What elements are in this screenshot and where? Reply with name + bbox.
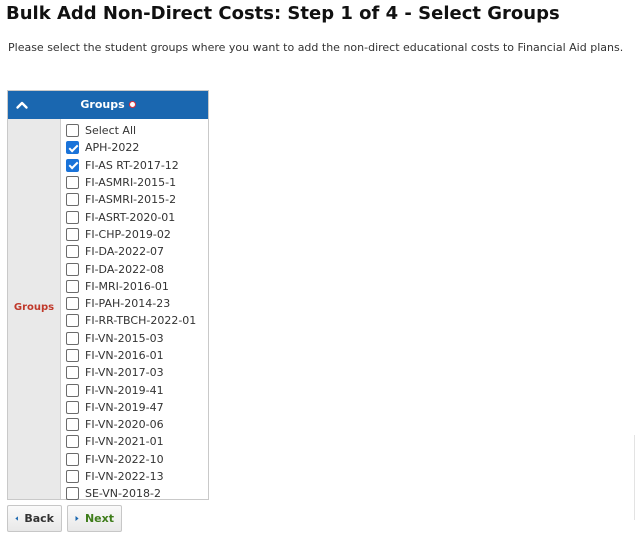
group-option[interactable]: FI-VN-2022-13 (66, 468, 206, 485)
option-label: FI-VN-2021-01 (85, 435, 164, 449)
instructions-text: Please select the student groups where y… (8, 41, 624, 54)
option-label: FI-VN-2022-10 (85, 452, 164, 466)
checkbox-unchecked-icon[interactable] (66, 176, 79, 190)
scroll-edge-divider (634, 435, 635, 520)
group-option[interactable]: FI-PAH-2014-23 (66, 295, 206, 312)
groups-panel-header: Groups (8, 91, 208, 119)
option-label: FI-PAH-2014-23 (85, 297, 171, 311)
checkbox-unchecked-icon[interactable] (66, 487, 79, 501)
checkbox-unchecked-icon[interactable] (66, 418, 79, 432)
option-label: FI-VN-2015-03 (85, 331, 164, 345)
group-option[interactable]: FI-VN-2016-01 (66, 347, 206, 364)
option-label: SE-VN-2018-2 (85, 487, 161, 501)
checkbox-unchecked-icon[interactable] (66, 193, 79, 207)
group-option[interactable]: APH-2022 (66, 139, 206, 156)
checkbox-unchecked-icon[interactable] (66, 470, 79, 484)
group-option[interactable]: FI-VN-2020-06 (66, 416, 206, 433)
group-option[interactable]: FI-VN-2022-10 (66, 451, 206, 468)
group-option[interactable]: FI-RR-TBCH-2022-01 (66, 312, 206, 329)
checkbox-unchecked-icon[interactable] (66, 279, 79, 293)
groups-panel-body: Groups Select All APH-2022 FI-AS RT-2017-1… (8, 119, 208, 501)
option-label: FI-DA-2022-08 (85, 262, 165, 276)
group-option[interactable]: FI-VN-2019-41 (66, 381, 206, 398)
group-option[interactable]: FI-ASRT-2020-01 (66, 208, 206, 225)
checkbox-unchecked-icon[interactable] (66, 435, 79, 449)
option-label: FI-VN-2022-13 (85, 470, 164, 484)
group-option[interactable]: FI-MRI-2016-01 (66, 278, 206, 295)
back-arrow-icon (15, 516, 18, 521)
back-button-label: Back (24, 512, 54, 525)
option-label: Select All (85, 124, 137, 138)
group-option[interactable]: FI-VN-2015-03 (66, 330, 206, 347)
option-label: FI-VN-2019-47 (85, 400, 164, 414)
checkbox-unchecked-icon[interactable] (66, 124, 79, 138)
groups-panel: Groups Groups Select All APH-2022 FI-AS RT… (7, 90, 209, 501)
panel-title: Groups (8, 98, 208, 111)
back-button[interactable]: Back (7, 505, 62, 532)
checkbox-unchecked-icon[interactable] (66, 262, 79, 276)
group-option[interactable]: FI-DA-2022-07 (66, 243, 206, 260)
checkbox-unchecked-icon[interactable] (66, 331, 79, 345)
checkbox-unchecked-icon[interactable] (66, 400, 79, 414)
checkbox-checked-icon[interactable] (66, 158, 79, 172)
option-label: FI-RR-TBCH-2022-01 (85, 314, 197, 328)
option-label: APH-2022 (85, 141, 140, 155)
next-arrow-icon (75, 516, 79, 521)
page-title: Bulk Add Non-Direct Costs: Step 1 of 4 -… (6, 3, 560, 24)
group-option[interactable]: FI-CHP-2019-02 (66, 226, 206, 243)
option-label: FI-CHP-2019-02 (85, 227, 171, 241)
group-option[interactable]: SE-VN-2018-2 (66, 485, 206, 502)
group-option[interactable]: FI-AS RT-2017-12 (66, 157, 206, 174)
group-option[interactable]: FI-VN-2019-47 (66, 399, 206, 416)
group-option[interactable]: FI-DA-2022-08 (66, 260, 206, 277)
checkbox-unchecked-icon[interactable] (66, 366, 79, 380)
checkbox-unchecked-icon[interactable] (66, 245, 79, 259)
group-option[interactable]: FI-ASMRI-2015-1 (66, 174, 206, 191)
checkbox-unchecked-icon[interactable] (66, 314, 79, 328)
option-label: FI-DA-2022-07 (85, 245, 165, 259)
checkbox-unchecked-icon[interactable] (66, 227, 79, 241)
option-label: FI-VN-2019-41 (85, 383, 164, 397)
option-label: FI-ASMRI-2015-2 (85, 193, 177, 207)
checkbox-unchecked-icon[interactable] (66, 383, 79, 397)
group-option[interactable]: FI-ASMRI-2015-2 (66, 191, 206, 208)
checkbox-unchecked-icon[interactable] (66, 297, 79, 311)
checkbox-unchecked-icon[interactable] (66, 210, 79, 224)
option-label: FI-ASRT-2020-01 (85, 210, 176, 224)
option-label: FI-MRI-2016-01 (85, 279, 169, 293)
groups-row-label: Groups (13, 302, 55, 313)
option-label: FI-VN-2020-06 (85, 418, 164, 432)
checkbox-unchecked-icon[interactable] (66, 349, 79, 362)
option-label: FI-ASMRI-2015-1 (85, 176, 177, 190)
option-label: FI-VN-2017-03 (85, 366, 164, 380)
select-all-option[interactable]: Select All (66, 122, 206, 139)
required-indicator-icon (128, 100, 136, 108)
group-option[interactable]: FI-VN-2021-01 (66, 433, 206, 450)
checkbox-unchecked-icon[interactable] (66, 452, 79, 466)
group-checkbox-list: Select All APH-2022 FI-AS RT-2017-12 FI-ASM… (66, 122, 206, 503)
checkbox-checked-icon[interactable] (66, 141, 79, 155)
panel-title-text: Groups (80, 98, 125, 111)
group-option[interactable]: FI-VN-2017-03 (66, 364, 206, 381)
row-label-column: Groups (8, 119, 61, 499)
next-button-label: Next (84, 512, 114, 525)
next-button[interactable]: Next (67, 505, 122, 532)
option-label: FI-AS RT-2017-12 (85, 158, 179, 172)
option-label: FI-VN-2016-01 (85, 349, 164, 362)
